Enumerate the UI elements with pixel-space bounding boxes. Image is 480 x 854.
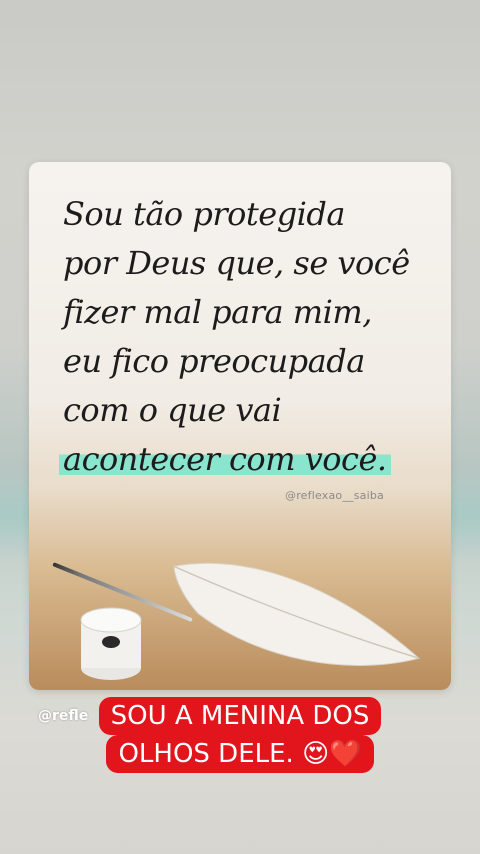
quote-line: eu fico preocupada <box>63 342 365 380</box>
quote-line: com o que vai <box>63 391 282 429</box>
quote-line: Sou tão protegida <box>63 195 345 233</box>
ink-pot-icon <box>80 607 142 680</box>
quote-image-card: Sou tão protegida por Deus que, se você … <box>29 162 451 690</box>
username-handle[interactable]: @refle <box>38 708 88 724</box>
caption-sticker: SOU A MENINA DOS OLHOS DELE. 😍❤️ <box>84 697 396 773</box>
quote-line: fizer mal para mim, <box>63 293 372 331</box>
quote-line-highlighted: acontecer com você. <box>59 440 391 478</box>
quote-text: Sou tão protegida por Deus que, se você … <box>59 190 433 484</box>
feather-icon <box>173 562 420 666</box>
quote-line: por Deus que, se você <box>63 244 410 282</box>
caption-line: SOU A MENINA DOS <box>98 697 382 735</box>
caption-line: OLHOS DELE. 😍❤️ <box>106 735 374 773</box>
image-watermark: @reflexao__saiba <box>285 489 384 502</box>
